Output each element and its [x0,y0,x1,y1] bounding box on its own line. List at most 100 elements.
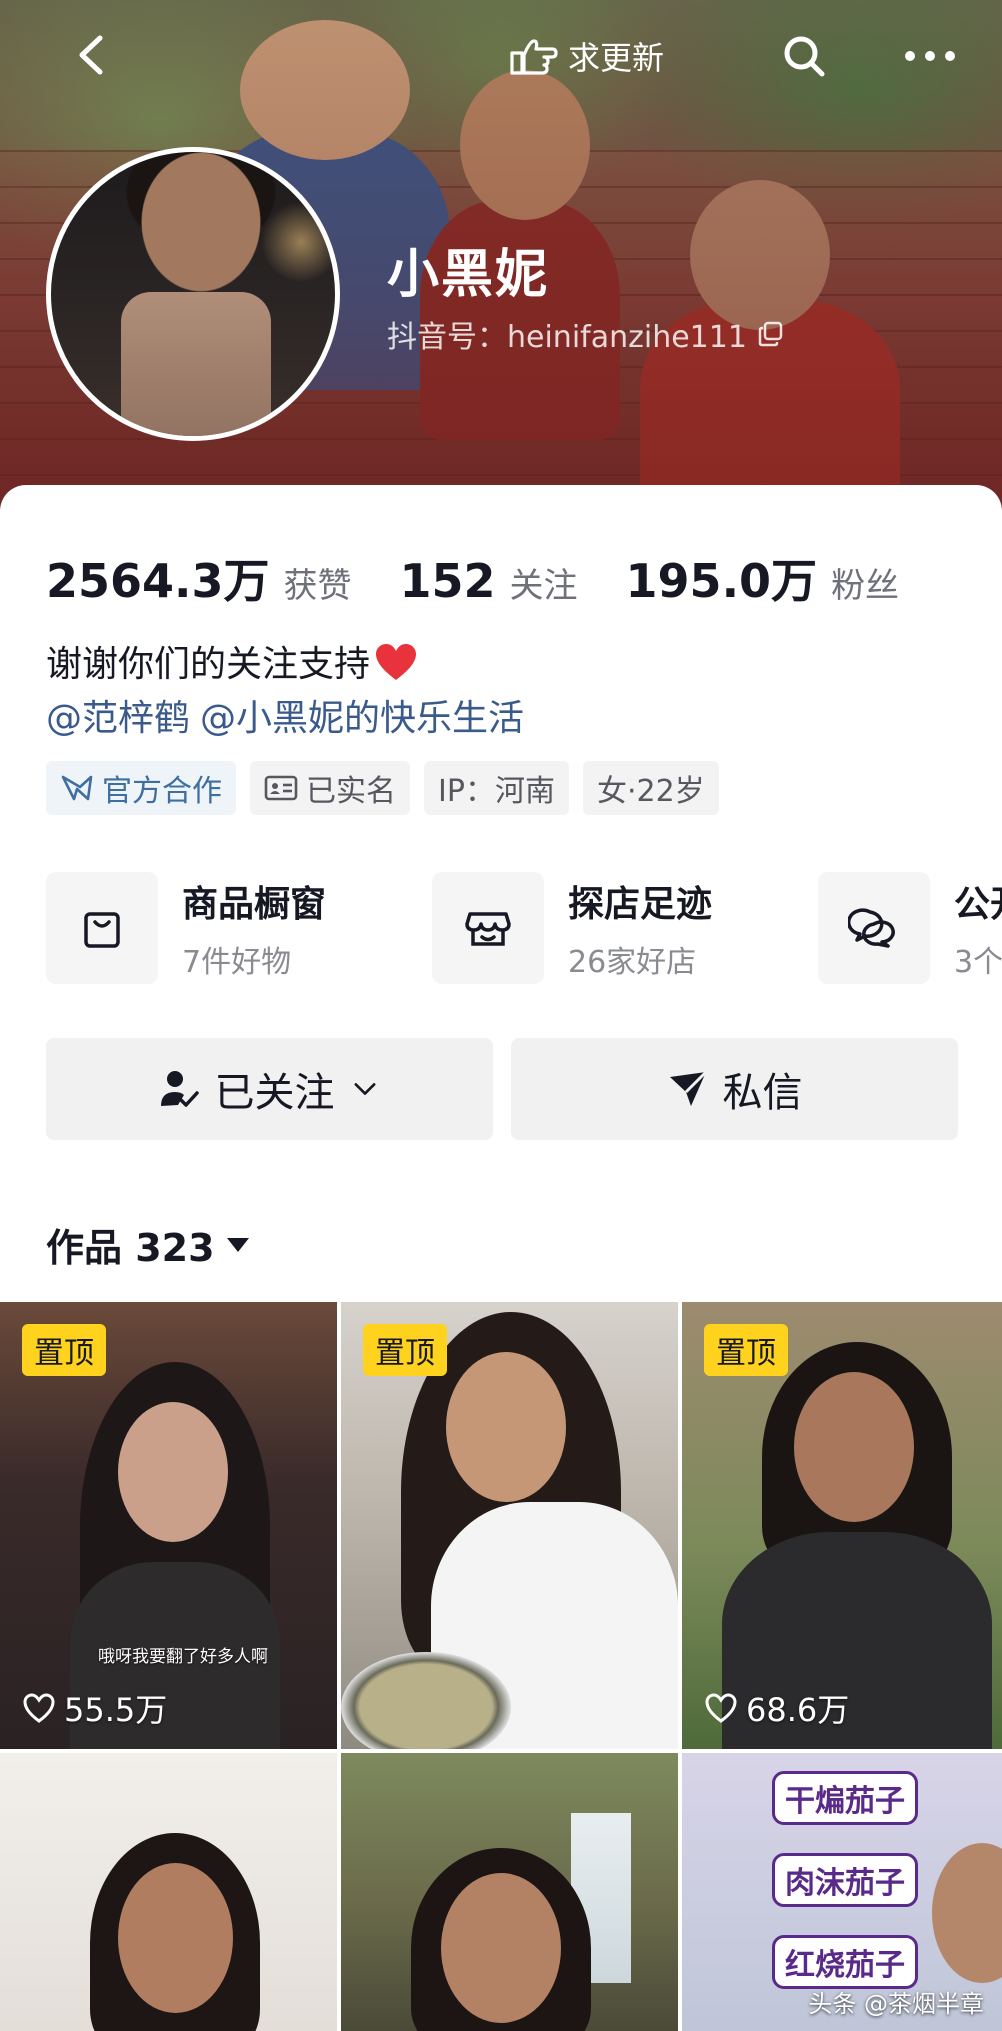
service-title: 商品橱窗 [182,884,327,925]
search-icon [784,36,825,77]
stat-label: 获赞 [283,566,352,606]
copy-icon[interactable] [757,320,785,348]
request-update-label: 求更新 [568,39,665,77]
back-button[interactable] [68,30,118,80]
storefront-icon [465,912,511,946]
chevron-down-icon [354,1083,375,1095]
service-title: 探店足迹 [568,884,713,925]
service-text: 公开 3个 [954,875,1002,981]
tile-figure [932,1843,1002,1983]
service-title: 公开 [954,884,1002,925]
food-label: 红烧茄子 [772,1935,918,1989]
video-tile[interactable]: 置顶 68.6万 [682,1302,1002,1749]
video-likes: 55.5万 [22,1685,167,1731]
red-heart-icon [376,644,417,680]
top-bar: 求更新 [0,20,1002,90]
watermark-text: 头条 @茶烟半章 [808,1990,984,2018]
send-message-icon [669,1070,707,1106]
tag-label: 女·22岁 [596,774,705,809]
service-store-visits[interactable]: 探店足迹 26家好店 [432,870,712,986]
user-check-icon [160,1071,199,1107]
service-shop-window[interactable]: 商品橱窗 7件好物 [46,870,326,986]
stat-value: 2564.3万 [46,554,270,608]
profile-actions: 已关注 私信 [46,1038,958,1140]
message-button[interactable]: 私信 [511,1038,958,1140]
stat-label: 粉丝 [831,566,900,606]
tile-figure [794,1372,914,1522]
bio-text: 谢谢你们的关注支持 [46,635,418,687]
service-icon-box [432,872,544,984]
service-entries: 商品橱窗 7件好物 探店足迹 26家好店 公 3个 [46,870,1002,990]
stat-followers[interactable]: 195.0万 粉丝 [626,545,900,611]
pinned-badge: 置顶 [22,1324,106,1376]
food-label: 肉沫茄子 [772,1853,918,1907]
bio-line: 谢谢你们的关注支持 [46,644,371,685]
stat-likes: 2564.3万 获赞 [46,545,352,611]
followed-button[interactable]: 已关注 [46,1038,493,1140]
avatar-figure [121,292,271,436]
tile-figure [118,1402,228,1542]
message-label: 私信 [722,1070,803,1116]
video-caption: 哦呀我要翻了好多人啊 [98,1647,268,1667]
caret-down-icon [226,1237,249,1252]
works-label: 作品 323 [46,1226,215,1270]
douyin-id[interactable]: 抖音号：heinifanzihe111 [387,312,785,356]
service-subtitle: 26家好店 [568,945,697,980]
food-label: 干煸茄子 [772,1771,918,1825]
stat-following[interactable]: 152 关注 [400,554,578,608]
service-text: 商品橱窗 7件好物 [182,875,326,981]
tag-ip-location: IP：河南 [424,761,569,815]
mention-link[interactable]: @范梓鹤 [46,698,190,739]
tile-figure [446,1352,566,1502]
stat-value: 152 [399,554,496,608]
profile-nickname: 小黑妮 [387,245,550,305]
pinned-badge: 置顶 [363,1324,447,1376]
video-tile[interactable]: 干煸茄子 肉沫茄子 红烧茄子 头条 @茶烟半章 [682,1753,1002,2031]
avatar[interactable] [46,147,340,441]
profile-tags: 官方合作 已实名 IP：河南 女·22岁 [46,761,719,815]
tag-label: 已实名 [306,774,396,809]
stat-label: 关注 [509,566,578,606]
tag-verified: 已实名 [250,761,410,815]
search-button[interactable] [780,32,828,80]
likes-count: 68.6万 [746,1691,850,1729]
profile-stats: 2564.3万 获赞 152 关注 195.0万 粉丝 [46,545,947,611]
bio-mentions: @范梓鹤 @小黑妮的快乐生活 [46,689,534,741]
pinned-badge: 置顶 [704,1324,788,1376]
request-update-button[interactable]: 求更新 [508,32,664,80]
service-public-group[interactable]: 公开 3个 [818,870,1002,986]
heart-outline-icon [23,1693,55,1723]
service-subtitle: 7件好物 [182,945,292,980]
tile-figure [118,1863,233,2013]
more-options-button[interactable] [900,34,960,78]
likes-count: 55.5万 [64,1691,168,1729]
heart-outline-icon [705,1693,737,1723]
tag-gender-age: 女·22岁 [582,761,719,815]
chat-bubbles-icon [848,908,895,948]
mention-link[interactable]: @小黑妮的快乐生活 [200,698,524,739]
works-tab[interactable]: 作品 323 [46,1217,251,1272]
video-tile[interactable]: 置顶 [341,1302,678,1749]
video-tile[interactable] [341,1753,678,2031]
tile-figure [441,1873,561,2023]
service-subtitle: 3个 [954,945,1002,980]
video-likes: 68.6万 [704,1685,849,1731]
tag-label: 官方合作 [102,774,222,809]
tag-label: IP：河南 [438,774,555,809]
service-icon-box [46,872,158,984]
followed-label: 已关注 [214,1070,335,1116]
douyin-id-text: 抖音号：heinifanzihe111 [387,320,747,355]
stat-value: 195.0万 [625,554,818,608]
shopping-bag-icon [84,912,120,948]
more-dots-icon [905,51,955,61]
works-grid: 置顶 哦呀我要翻了好多人啊 55.5万 置顶 置顶 68.6万 干煸茄子 肉沫茄… [0,1302,1002,2031]
tag-official-partner[interactable]: 官方合作 [46,761,236,815]
pointing-hand-icon [510,39,558,75]
service-icon-box [818,872,930,984]
official-partner-icon [61,775,93,801]
chevron-left-icon [79,35,103,75]
video-tile[interactable] [0,1753,337,2031]
id-card-icon [264,775,298,801]
service-text: 探店足迹 26家好店 [568,875,712,981]
video-tile[interactable]: 置顶 哦呀我要翻了好多人啊 55.5万 [0,1302,337,1749]
